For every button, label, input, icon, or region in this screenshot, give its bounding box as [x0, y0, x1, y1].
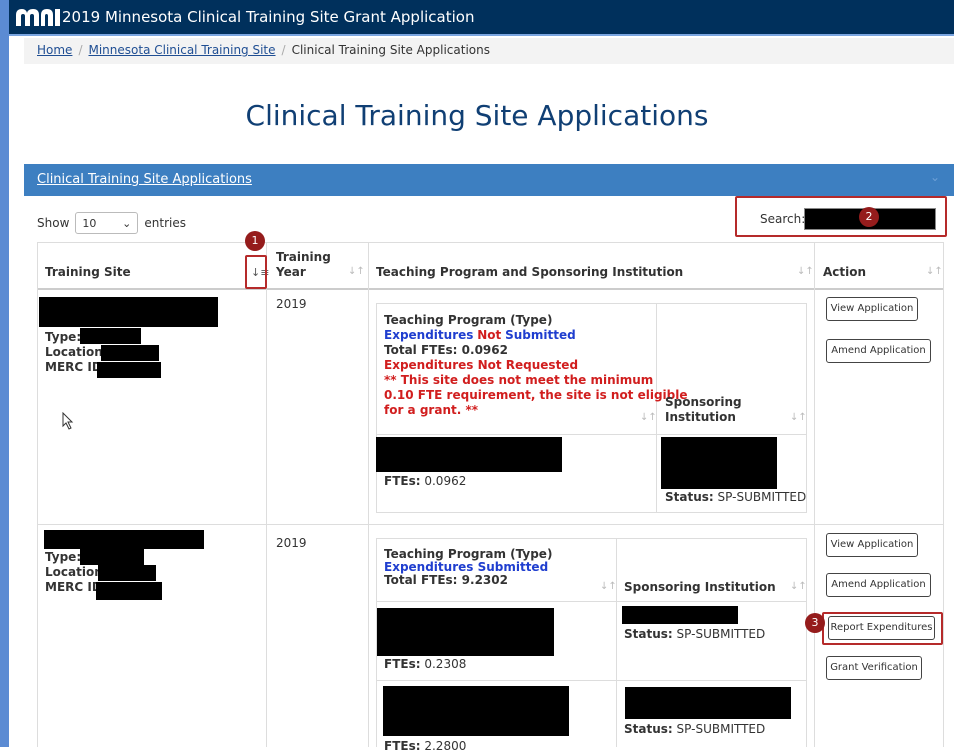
nested-border: [376, 512, 807, 513]
redacted-program-name: [376, 437, 562, 472]
chevron-down-icon: ⌄: [122, 216, 132, 230]
nested-border: [376, 680, 807, 681]
redacted-site-name: [39, 297, 218, 327]
redacted-sponsor-name: [661, 437, 777, 489]
redacted-location: [98, 565, 156, 581]
panel-title-link[interactable]: Clinical Training Site Applications: [37, 172, 252, 187]
annotation-box-sort: [245, 255, 267, 289]
annotation-box-report: [822, 612, 943, 645]
nested-border: [806, 303, 807, 513]
redacted-merc-id: [97, 362, 161, 378]
breadcrumb-home[interactable]: Home: [37, 43, 72, 57]
redacted-location: [101, 345, 159, 361]
entries-value: 10: [82, 216, 97, 230]
redacted-program-name: [377, 608, 554, 656]
redacted-merc-id: [96, 582, 162, 600]
training-year: 2019: [276, 536, 307, 550]
table-header-divider: [37, 288, 943, 290]
training-year: 2019: [276, 297, 307, 311]
program-header: Teaching Program (Type) Expenditures Sub…: [384, 548, 552, 587]
total-ftes: Total FTEs: 9.2302: [384, 573, 508, 587]
nested-border: [376, 538, 807, 539]
warning-line: 0.10 FTE requirement, the site is not el…: [384, 388, 688, 402]
redacted-site-name: [44, 530, 204, 549]
table-border: [368, 242, 369, 747]
breadcrumb-separator: /: [78, 43, 83, 57]
page-title: Clinical Training Site Applications: [245, 99, 709, 132]
nested-border: [376, 434, 807, 435]
app-title: 2019 Minnesota Clinical Training Site Gr…: [62, 8, 475, 26]
breadcrumb-parent[interactable]: Minnesota Clinical Training Site: [88, 43, 275, 57]
warning-line: Expenditures Not Requested: [384, 358, 579, 372]
mn-logo: [16, 9, 60, 26]
table-border: [37, 242, 943, 243]
table-border: [266, 242, 267, 747]
grant-verification-button[interactable]: Grant Verification: [826, 656, 922, 680]
amend-application-button[interactable]: Amend Application: [826, 339, 931, 363]
annotation-marker: 2: [859, 207, 879, 227]
total-ftes: Total FTEs: 0.0962: [384, 343, 508, 357]
nested-border: [376, 303, 377, 513]
program-ftes: FTEs: 0.2308: [384, 657, 467, 671]
table-border: [37, 242, 38, 747]
nested-border: [376, 601, 807, 602]
expenditure-status: Expenditures Not Submitted: [384, 328, 576, 342]
table-border: [814, 242, 815, 747]
header-divider: [9, 34, 954, 36]
table-border: [943, 242, 944, 747]
breadcrumb-current: Clinical Training Site Applications: [291, 43, 490, 57]
sort-icon[interactable]: ↓↑: [640, 412, 657, 423]
nested-border: [806, 538, 807, 747]
nested-border: [616, 538, 617, 747]
redacted-sponsor-name: [625, 687, 791, 719]
program-ftes: FTEs: 2.2800: [384, 739, 467, 753]
annotation-marker: 1: [245, 231, 265, 251]
program-header: Teaching Program (Type) Expenditures Not…: [384, 313, 688, 418]
sponsor-status: Status: SP-SUBMITTED: [665, 490, 807, 504]
program-ftes: FTEs: 0.0962: [384, 474, 467, 488]
column-header-training-site[interactable]: Training Site: [45, 265, 131, 279]
column-header-action[interactable]: Action: [823, 265, 866, 279]
sort-icon[interactable]: ↓↑: [790, 412, 807, 423]
breadcrumb-separator: /: [281, 43, 286, 57]
tp-header: Teaching Program (Type): [384, 313, 553, 327]
show-label: Show: [37, 216, 70, 230]
sort-icon[interactable]: ↓↑: [926, 266, 943, 277]
row-divider: [37, 524, 943, 525]
view-application-button[interactable]: View Application: [826, 297, 918, 321]
sort-icon[interactable]: ↓↑: [797, 266, 814, 277]
sponsor-status: Status: SP-SUBMITTED: [624, 627, 766, 641]
redacted-sponsor-name: [622, 606, 738, 624]
view-application-button[interactable]: View Application: [826, 533, 918, 557]
redacted-type: [80, 549, 144, 565]
warning-line: ** This site does not meet the minimum: [384, 373, 654, 387]
column-header-teaching-program[interactable]: Teaching Program and Sponsoring Institut…: [376, 265, 683, 279]
entries-label: entries: [144, 216, 186, 230]
mouse-cursor-icon: [62, 412, 74, 430]
sort-icon[interactable]: ↓↑: [348, 266, 365, 277]
chevron-down-icon[interactable]: ⌄: [930, 170, 940, 184]
redacted-program-name: [383, 686, 569, 736]
annotation-box-search: [735, 196, 947, 237]
sort-icon[interactable]: ↓↑: [600, 581, 617, 592]
sponsoring-institution-header: Sponsoring Institution: [624, 580, 776, 594]
amend-application-button[interactable]: Amend Application: [826, 573, 931, 597]
breadcrumb: Home / Minnesota Clinical Training Site / Cl…: [37, 43, 490, 57]
sort-icon[interactable]: ↓↑: [790, 581, 807, 592]
annotation-marker: 3: [805, 613, 825, 633]
redacted-type: [80, 328, 141, 344]
nested-border: [376, 303, 807, 304]
column-header-training-year[interactable]: Training Year: [276, 250, 346, 280]
length-control: Show 10 ⌄ entries: [37, 212, 186, 234]
entries-select[interactable]: 10 ⌄: [75, 212, 139, 234]
sponsor-status: Status: SP-SUBMITTED: [624, 722, 766, 736]
sponsoring-institution-header: Sponsoring Institution: [665, 395, 742, 424]
location-label: Location:: [45, 345, 108, 359]
